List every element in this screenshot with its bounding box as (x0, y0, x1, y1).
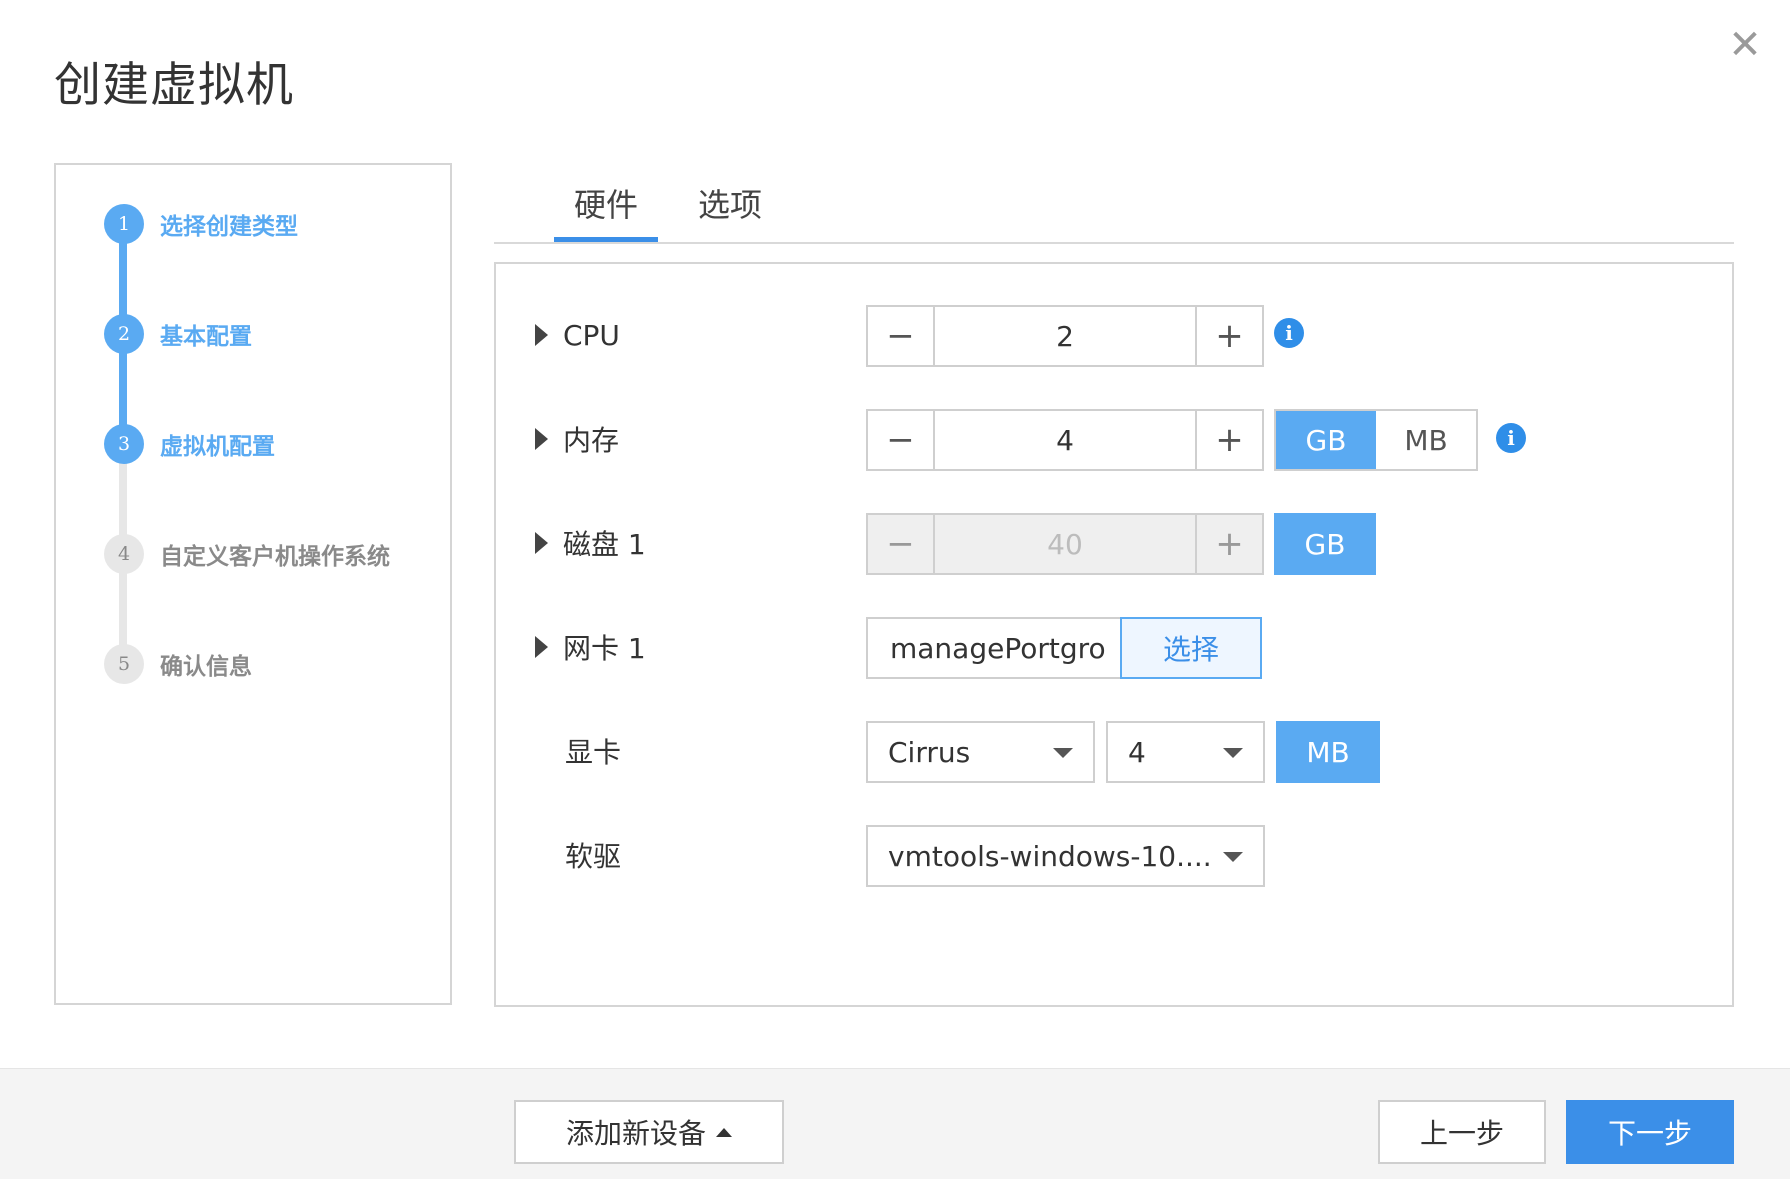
memory-unit-mb[interactable]: MB (1376, 411, 1476, 469)
close-icon[interactable]: ✕ (1722, 22, 1768, 68)
nic-port-group: managePortgro 选择 (866, 617, 1262, 679)
tab-hardware[interactable]: 硬件 (553, 180, 659, 242)
cpu-info-icon[interactable]: i (1274, 318, 1304, 348)
step-label: 虚拟机配置 (160, 434, 275, 460)
disk-stepper: − 40 + (866, 513, 1264, 575)
video-type-select[interactable]: Cirrus (866, 721, 1095, 783)
disk-label: 磁盘 1 (563, 528, 646, 561)
disk-value-input: 40 (933, 515, 1197, 573)
cpu-row-toggle[interactable]: CPU (535, 315, 620, 355)
cpu-stepper: − 2 + (866, 305, 1264, 367)
step-basic-config[interactable]: 2 基本配置 (104, 314, 252, 354)
add-device-label: 添加新设备 (565, 1117, 706, 1150)
floppy-image-select[interactable]: vmtools-windows-10.... (866, 825, 1265, 887)
step-label: 基本配置 (160, 324, 252, 350)
caret-up-icon (716, 1127, 732, 1137)
memory-stepper: − 4 + (866, 409, 1264, 471)
step-number: 1 (104, 204, 144, 244)
floppy-label: 软驱 (565, 840, 622, 873)
nic-row-toggle[interactable]: 网卡 1 (535, 627, 646, 667)
disk-unit-gb[interactable]: GB (1274, 513, 1376, 575)
memory-value-input[interactable]: 4 (933, 411, 1197, 469)
memory-unit-gb[interactable]: GB (1276, 411, 1376, 469)
prev-button[interactable]: 上一步 (1378, 1100, 1546, 1164)
tab-bar: 硬件 选项 (494, 180, 1734, 244)
step-number: 2 (104, 314, 144, 354)
video-unit-mb[interactable]: MB (1276, 721, 1380, 783)
nic-label: 网卡 1 (563, 632, 646, 665)
nic-port-group-value: managePortgro (890, 631, 1106, 665)
video-memory-value: 4 (1128, 735, 1146, 769)
step-number: 4 (104, 534, 144, 574)
memory-label: 内存 (563, 424, 620, 457)
video-label: 显卡 (565, 736, 622, 769)
chevron-down-icon (1223, 852, 1243, 862)
step-select-type[interactable]: 1 选择创建类型 (104, 204, 298, 244)
tab-options[interactable]: 选项 (698, 180, 762, 240)
memory-increment-button[interactable]: + (1197, 411, 1262, 469)
disk-decrement-button: − (886, 524, 915, 564)
step-number: 5 (104, 644, 144, 684)
chevron-down-icon (1223, 748, 1243, 758)
memory-decrement-button[interactable]: − (868, 411, 933, 469)
memory-unit-toggle: GB MB (1274, 409, 1478, 471)
floppy-image-value: vmtools-windows-10.... (888, 839, 1212, 873)
disk-increment-button: + (1215, 524, 1244, 564)
expand-caret-icon (535, 428, 548, 450)
nic-select-button[interactable]: 选择 (1120, 617, 1262, 679)
next-button[interactable]: 下一步 (1566, 1100, 1734, 1164)
chevron-down-icon (1053, 748, 1073, 758)
step-navigator (54, 163, 452, 1005)
add-device-button[interactable]: 添加新设备 (514, 1100, 784, 1164)
cpu-increment-button[interactable]: + (1197, 307, 1262, 365)
step-vm-config[interactable]: 3 虚拟机配置 (104, 424, 275, 464)
step-label: 确认信息 (160, 654, 252, 680)
cpu-decrement-button[interactable]: − (868, 307, 933, 365)
step-number: 3 (104, 424, 144, 464)
step-label: 自定义客户机操作系统 (160, 544, 390, 570)
expand-caret-icon (535, 636, 548, 658)
memory-info-icon[interactable]: i (1496, 423, 1526, 453)
expand-caret-icon (535, 324, 548, 346)
cpu-value-input[interactable]: 2 (933, 307, 1197, 365)
video-type-value: Cirrus (888, 735, 971, 769)
expand-caret-icon (535, 532, 548, 554)
memory-row-toggle[interactable]: 内存 (535, 419, 619, 459)
step-confirm: 5 确认信息 (104, 644, 252, 684)
disk-row-toggle[interactable]: 磁盘 1 (535, 523, 646, 563)
step-custom-os: 4 自定义客户机操作系统 (104, 534, 390, 574)
cpu-label: CPU (563, 318, 620, 352)
step-label: 选择创建类型 (160, 214, 298, 240)
dialog-title: 创建虚拟机 (54, 58, 294, 113)
video-memory-select[interactable]: 4 (1106, 721, 1265, 783)
